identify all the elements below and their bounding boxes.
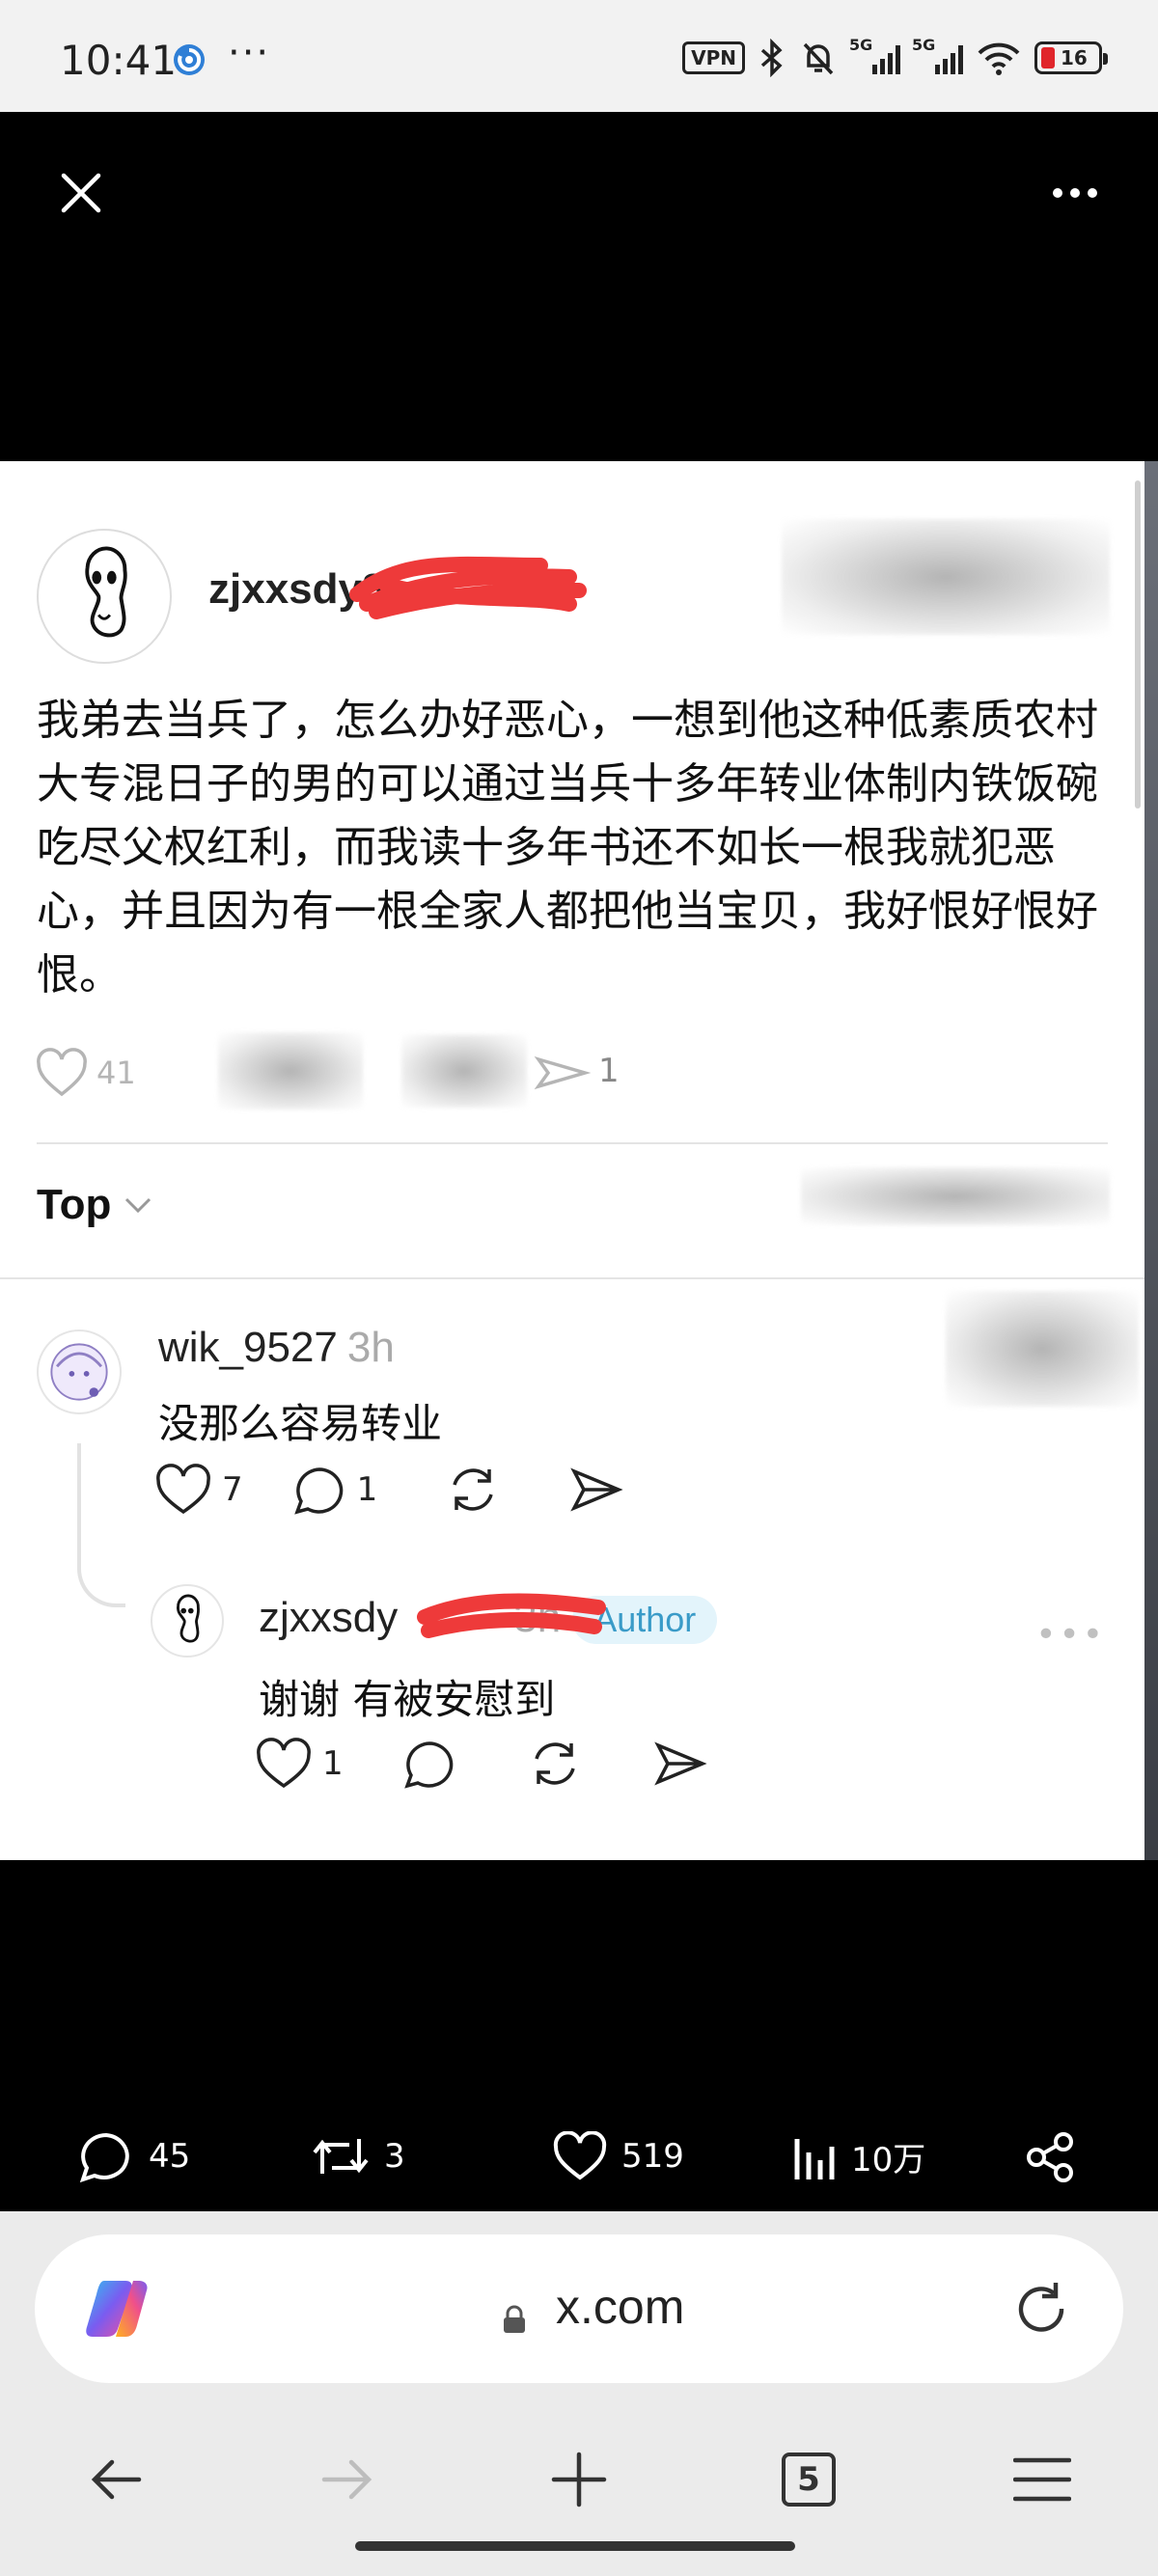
repost-icon[interactable] <box>445 1464 501 1516</box>
comment-1-reply-count: 1 <box>356 1470 378 1509</box>
heart-icon <box>257 1738 311 1789</box>
battery-icon: 16 <box>1034 41 1108 74</box>
reply-username[interactable]: zjxxsdy <box>259 1594 398 1641</box>
views-button[interactable]: 10万 <box>791 2131 925 2181</box>
avatar <box>37 529 172 664</box>
signal-1-label: 5G <box>849 36 873 54</box>
heart-icon <box>156 1464 210 1515</box>
signal-icon-2: 5G <box>912 36 963 74</box>
views-chart-icon <box>794 2139 835 2179</box>
comment-1-text: 没那么容易转业 <box>158 1400 443 1447</box>
comment-1-like[interactable]: 7 <box>154 1464 243 1516</box>
retweet-button[interactable]: 3 <box>311 2129 405 2183</box>
blurred-area <box>801 1167 1110 1225</box>
redaction-scribble <box>349 556 587 619</box>
browser-nav: 5 <box>0 2431 1158 2528</box>
chevron-down-icon <box>125 1197 152 1214</box>
clock: 10:41 <box>60 37 178 84</box>
post-share-count: 1 <box>598 1052 620 1090</box>
sort-dropdown[interactable]: Top <box>37 1181 153 1229</box>
back-arrow-icon[interactable] <box>87 2451 145 2508</box>
reply-text: 谢谢 有被安慰到 <box>259 1676 556 1723</box>
vpn-icon: VPN <box>682 41 745 74</box>
retweet-icon <box>313 2139 369 2174</box>
blurred-area <box>401 1034 527 1108</box>
bluetooth-icon <box>760 39 783 77</box>
reply-icon[interactable] <box>401 1738 457 1790</box>
copilot-icon[interactable] <box>83 2273 154 2344</box>
like-button[interactable]: 519 <box>552 2131 684 2181</box>
more-notifications-icon: ··· <box>228 31 271 75</box>
more-options-icon[interactable] <box>1050 179 1100 206</box>
status-icons: VPN 5G 5G 16 <box>682 36 1108 77</box>
share-icon[interactable] <box>568 1464 624 1516</box>
post-actions: 41 1 <box>35 1032 710 1110</box>
reply-like[interactable]: 1 <box>255 1738 344 1790</box>
comment-1-username[interactable]: wik_9527 <box>158 1324 338 1371</box>
reply-more-icon[interactable]: ••• <box>1035 1615 1106 1655</box>
tab-switcher-button[interactable]: 5 <box>782 2453 836 2507</box>
url-text[interactable]: x.com <box>556 2279 684 2335</box>
comment-1-reply[interactable]: 1 <box>291 1464 378 1516</box>
post-text: 我弟去当兵了，怎么办好恶心，一想到他这种低素质农村大专混日子的男的可以通过当兵十… <box>37 696 1098 1000</box>
address-bar[interactable]: x.com <box>35 2234 1123 2383</box>
comment-1-like-count: 7 <box>222 1470 243 1509</box>
forward-arrow-icon[interactable] <box>318 2451 376 2508</box>
comment-1-actions: 7 1 <box>154 1461 624 1519</box>
post-like-count: 41 <box>96 1055 136 1091</box>
comment-1-time: 3h <box>346 1324 395 1371</box>
tweet-action-bar: 45 3 519 10万 <box>0 2103 1158 2209</box>
redaction-scribble <box>417 1593 606 1638</box>
reply-actions: 1 <box>255 1735 708 1793</box>
reply-like-count: 1 <box>322 1744 344 1783</box>
repost-icon[interactable] <box>527 1738 583 1790</box>
retweet-count: 3 <box>384 2137 405 2176</box>
share-icon[interactable] <box>652 1738 708 1790</box>
blurred-area <box>946 1291 1139 1407</box>
share-icon[interactable] <box>1023 2130 1077 2184</box>
views-count: 10万 <box>851 2140 926 2179</box>
new-tab-plus-icon[interactable] <box>550 2451 608 2508</box>
battery-level: 16 <box>1061 46 1088 69</box>
blurred-area <box>218 1032 363 1110</box>
divider <box>37 1142 1108 1144</box>
heart-icon <box>553 2131 607 2180</box>
signal-icon-1: 5G <box>849 36 900 74</box>
image-edge <box>1144 461 1158 1860</box>
share-icon[interactable] <box>533 1054 591 1092</box>
post-like[interactable]: 41 <box>35 1048 136 1098</box>
heart-icon <box>37 1048 87 1097</box>
blurred-area <box>782 519 1110 635</box>
menu-icon[interactable] <box>1013 2451 1071 2508</box>
app-notification-icon <box>174 44 205 75</box>
divider <box>0 1277 1144 1279</box>
status-bar: 10:41 ··· VPN 5G 5G 16 <box>0 0 1158 112</box>
lock-icon <box>504 2305 525 2333</box>
reply-icon <box>293 1467 343 1515</box>
reply-avatar <box>151 1584 224 1658</box>
sort-label: Top <box>37 1181 112 1228</box>
close-icon[interactable] <box>58 170 104 216</box>
replies-button[interactable]: 45 <box>77 2129 190 2183</box>
thread-connector <box>77 1443 125 1607</box>
home-indicator[interactable] <box>355 2541 795 2551</box>
reply-count: 45 <box>149 2137 191 2176</box>
signal-2-label: 5G <box>912 36 936 54</box>
reply-icon <box>79 2132 129 2183</box>
browser-toolbar: x.com 5 <box>0 2211 1158 2576</box>
post-image[interactable]: zjxxsdy8 我弟去当兵了，怎么办好恶心，一想到他这种低素质农村大专混日子的… <box>0 461 1144 1860</box>
like-count: 519 <box>621 2137 684 2176</box>
commenter-avatar <box>37 1329 122 1414</box>
reload-icon[interactable] <box>1011 2279 1071 2339</box>
wifi-icon <box>978 42 1020 75</box>
comment-username[interactable]: wik_9527 3h <box>158 1324 395 1372</box>
mute-bell-icon <box>803 42 834 75</box>
